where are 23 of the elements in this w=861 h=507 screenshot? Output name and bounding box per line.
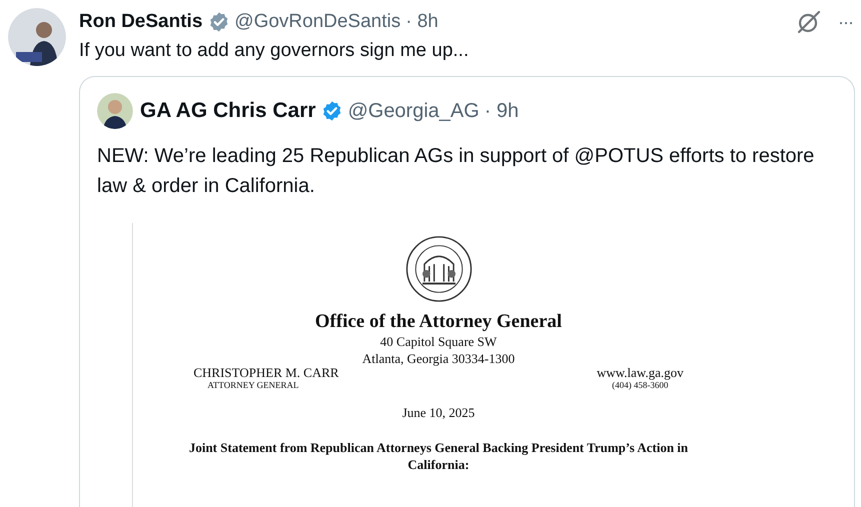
- document-date: June 10, 2025: [402, 405, 475, 421]
- author-handle[interactable]: @Georgia_AG: [348, 100, 480, 122]
- address-line: 40 Capitol Square SW: [380, 333, 497, 350]
- more-button[interactable]: ···: [834, 12, 857, 32]
- official-title: ATTORNEY GENERAL: [208, 380, 299, 391]
- address-line: Atlanta, Georgia 30334-1300: [362, 350, 515, 367]
- official-name: CHRISTOPHER M. CARR: [194, 365, 339, 380]
- website-text: www.law.ga.gov: [596, 365, 684, 380]
- author-name[interactable]: Ron DeSantis: [79, 11, 203, 33]
- avatar[interactable]: [97, 93, 133, 129]
- post-text: NEW: We’re leading 25 Republican AGs in support of @POTUS efforts to restore law & order in California.: [97, 144, 816, 199]
- post-text: If you want to add any governors sign me up...: [79, 40, 470, 62]
- avatar[interactable]: [8, 8, 66, 66]
- document-heading: Joint Statement from Republican Attorneys General Backing President Trump’s Action in California:: [188, 439, 688, 473]
- post-time: · 8h: [406, 11, 438, 33]
- phone-number: (404) 458-3600: [612, 380, 668, 391]
- author-name[interactable]: GA AG Chris Carr: [140, 99, 316, 123]
- quoted-post-card[interactable]: [79, 76, 855, 507]
- author-handle[interactable]: @GovRonDeSantis: [234, 11, 401, 33]
- state-seal-icon: [404, 235, 472, 303]
- document-title: Office of the Attorney General: [315, 311, 562, 333]
- post-time: · 9h: [484, 100, 519, 122]
- slashed-circle-icon[interactable]: [796, 9, 822, 35]
